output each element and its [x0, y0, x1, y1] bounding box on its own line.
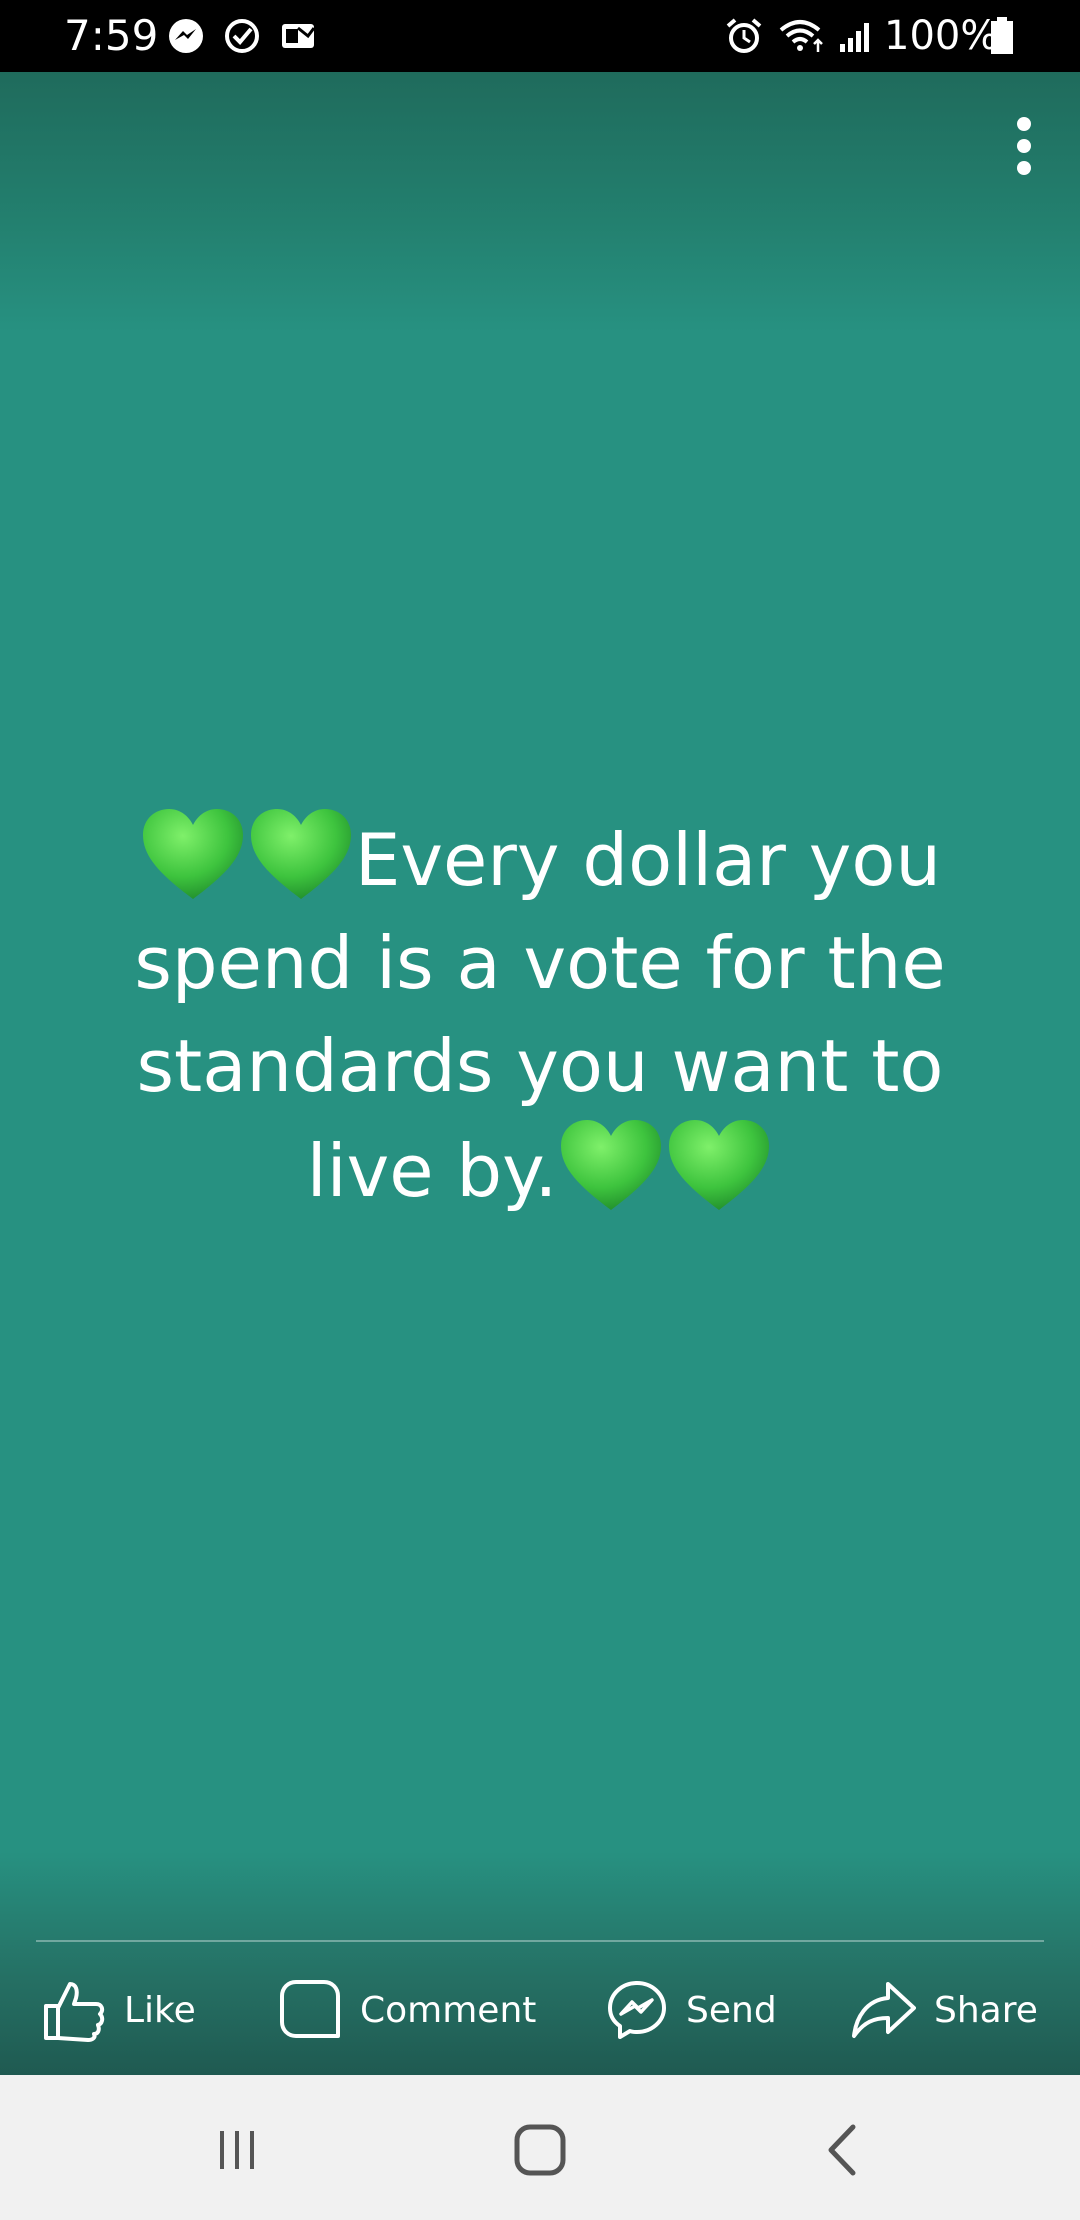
quote-line-3: standards you want to — [136, 1024, 944, 1108]
more-options-button[interactable] — [998, 108, 1050, 184]
comment-label: Comment — [360, 1989, 537, 2031]
share-button[interactable]: Share — [852, 1970, 1038, 2050]
back-button[interactable] — [808, 2115, 878, 2185]
recent-apps-icon — [220, 2131, 254, 2169]
email-icon — [282, 24, 316, 48]
send-label: Send — [686, 1989, 777, 2031]
status-bar: 7:59 100% — [0, 0, 1080, 72]
like-button[interactable]: Like — [42, 1970, 196, 2050]
quote-line-4: live by. — [80, 1118, 1000, 1223]
messenger-icon — [608, 1981, 666, 2039]
back-icon — [828, 2124, 856, 2176]
quote-text-line-4: live by. — [306, 1129, 558, 1213]
green-heart-icon — [250, 809, 351, 899]
battery-icon — [991, 17, 1013, 54]
comment-icon — [280, 1980, 340, 2038]
quote-line-2: spend is a vote for the — [134, 921, 946, 1005]
recent-apps-button[interactable] — [202, 2115, 272, 2185]
quote-text-line-1: Every dollar you — [354, 818, 942, 902]
home-button[interactable] — [505, 2115, 575, 2185]
thumbs-up-icon — [44, 1982, 105, 2042]
green-heart-icon — [669, 1120, 770, 1210]
more-dot — [1017, 161, 1031, 175]
comment-button[interactable]: Comment — [278, 1970, 536, 2050]
post-text: Every dollar you spend is a vote for the… — [80, 807, 1000, 1223]
green-heart-icon — [142, 809, 243, 899]
screen: 7:59 100% Every dollar you spend is a vo… — [0, 0, 1080, 2220]
send-button[interactable]: Send — [606, 1970, 777, 2050]
status-time: 7:59 — [64, 11, 159, 60]
share-label: Share — [934, 1989, 1038, 2031]
share-icon — [852, 1982, 916, 2038]
messenger-icon — [169, 19, 203, 53]
quote-line-1: Every dollar you — [80, 807, 1000, 912]
check-circle-icon — [225, 19, 259, 53]
wifi-icon — [779, 20, 823, 52]
navigation-bar — [0, 2075, 1080, 2220]
alarm-icon — [726, 18, 762, 53]
post-background: Every dollar you spend is a vote for the… — [0, 72, 1080, 2075]
like-label: Like — [124, 1989, 196, 2031]
signal-icon — [840, 23, 869, 52]
home-icon — [514, 2124, 566, 2176]
more-dot — [1017, 117, 1031, 131]
action-bar-divider — [36, 1940, 1044, 1942]
battery-percentage: 100% — [884, 13, 999, 59]
green-heart-icon — [561, 1120, 662, 1210]
more-dot — [1017, 139, 1031, 153]
